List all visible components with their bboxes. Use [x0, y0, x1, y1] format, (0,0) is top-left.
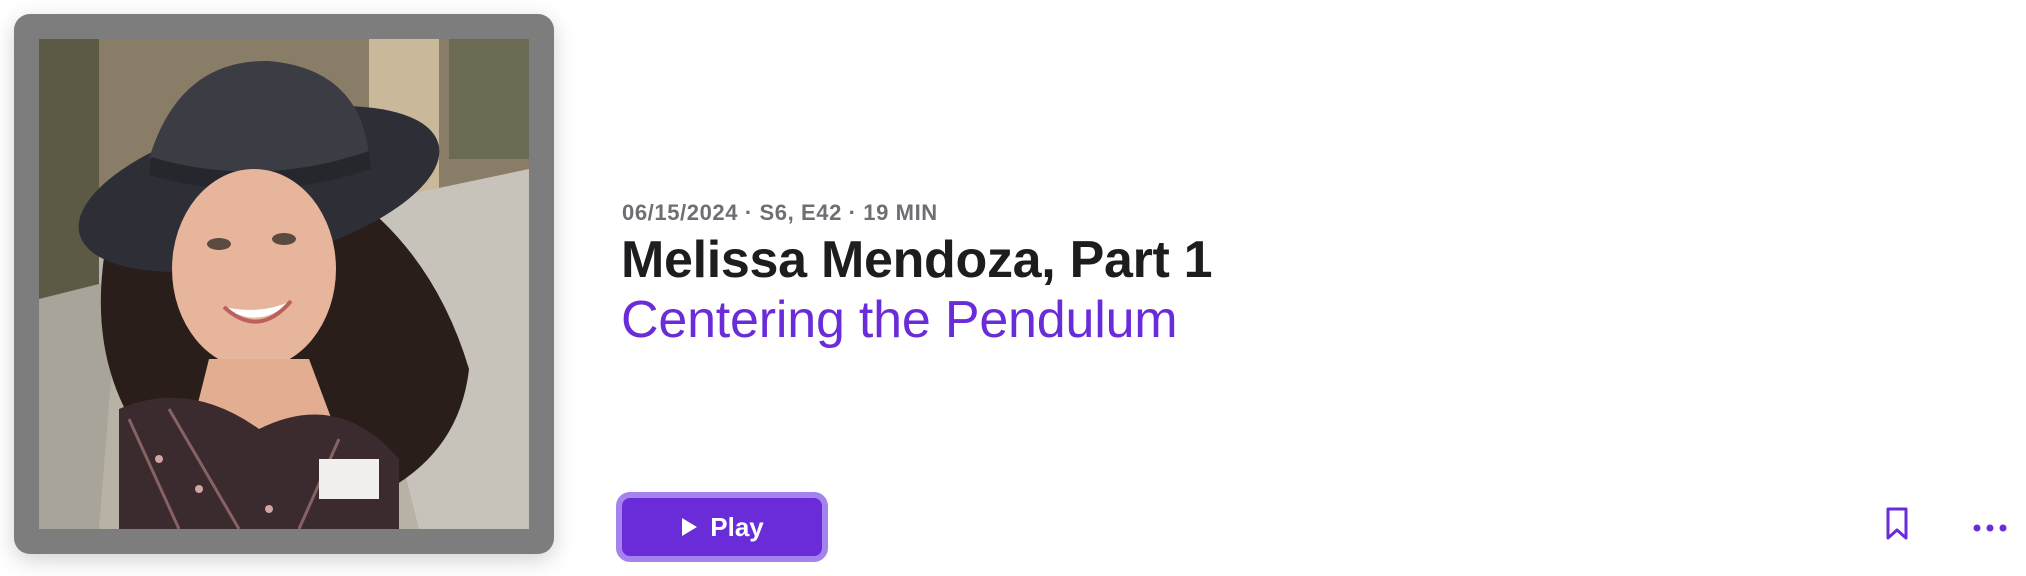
more-options-button[interactable] — [1970, 510, 2010, 546]
play-button-label: Play — [710, 511, 764, 542]
episode-header: 06/15/2024 · S6, E42 · 19 MIN Melissa Me… — [0, 0, 2026, 576]
show-link[interactable]: Centering the Pendulum — [621, 290, 1178, 350]
episode-artwork — [39, 39, 529, 529]
ellipsis-icon — [1973, 519, 2007, 537]
play-icon — [680, 517, 698, 537]
episode-artwork-frame — [14, 14, 554, 554]
episode-title: Melissa Mendoza, Part 1 — [621, 231, 1213, 289]
bookmark-button[interactable] — [1880, 504, 1914, 548]
bookmark-icon — [1885, 507, 1909, 546]
episode-meta: 06/15/2024 · S6, E42 · 19 MIN — [622, 200, 938, 225]
play-button[interactable]: Play — [616, 492, 828, 562]
